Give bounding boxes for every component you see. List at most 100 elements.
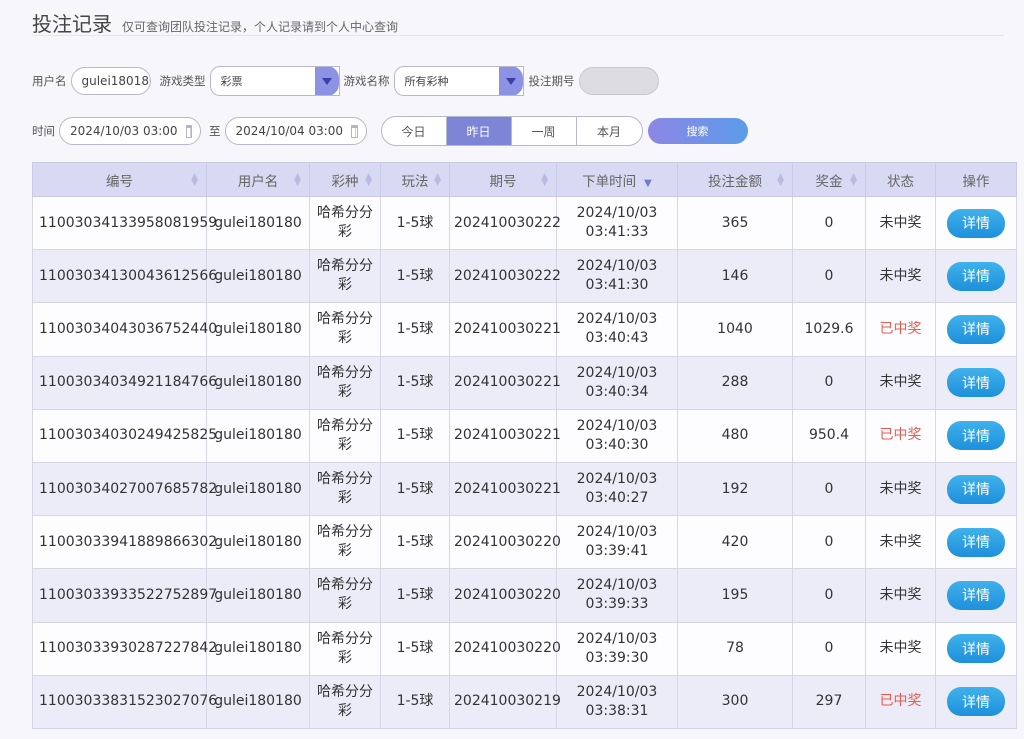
username: gulei180180 xyxy=(206,249,310,304)
column-header: 操作 xyxy=(935,162,1017,197)
detail-button[interactable]: 详情 xyxy=(947,687,1005,717)
play-type: 1-5球 xyxy=(380,355,450,410)
order-time: 2024/10/03 03:40:30 xyxy=(556,408,678,463)
start-time-input[interactable]: 2024/10/03 03:00 xyxy=(59,117,201,145)
order-time: 2024/10/03 03:41:30 xyxy=(556,249,678,304)
column-header[interactable]: 用户名 ▲ ▼ xyxy=(206,162,310,197)
sort-icon[interactable]: ▲ ▼ xyxy=(850,173,857,188)
chevron-down-icon[interactable] xyxy=(314,67,339,95)
bet-amount: 1040 xyxy=(677,302,793,357)
detail-button[interactable]: 详情 xyxy=(947,314,1005,344)
bet-id: 11003033933522752897 xyxy=(32,568,217,623)
status-badge: 未中奖 xyxy=(865,621,936,676)
username: gulei180180 xyxy=(206,674,310,729)
status-badge: 未中奖 xyxy=(865,249,936,304)
detail-button[interactable]: 详情 xyxy=(947,368,1005,398)
bonus: 0 xyxy=(792,568,866,623)
order-clock: 03:40:30 xyxy=(585,436,649,453)
bonus: 297 xyxy=(792,674,866,729)
column-header: 状态 xyxy=(865,162,936,197)
status-badge: 未中奖 xyxy=(865,568,936,623)
column-label: 状态 xyxy=(887,173,914,190)
username-input[interactable]: gulei180180 xyxy=(70,67,151,95)
order-date: 2024/10/03 xyxy=(576,471,658,488)
bonus: 0 xyxy=(792,249,866,304)
bet-amount: 146 xyxy=(677,249,793,304)
detail-button[interactable]: 详情 xyxy=(947,421,1005,451)
sort-icon[interactable]: ▲ ▼ xyxy=(191,173,198,188)
sort-icon[interactable]: ▲ ▼ xyxy=(365,173,372,188)
period-number: 202410030222 xyxy=(449,195,561,251)
period-input[interactable] xyxy=(578,67,659,95)
bet-id: 11003033831523027076 xyxy=(32,674,217,729)
detail-button[interactable]: 详情 xyxy=(947,208,1005,238)
game-type-select[interactable]: 彩票 xyxy=(209,66,340,96)
username: gulei180180 xyxy=(206,621,310,676)
bet-amount: 78 xyxy=(677,621,793,676)
game-name-label: 游戏名称 xyxy=(343,74,390,88)
column-header[interactable]: 期号 ▲ ▼ xyxy=(449,162,557,197)
column-label: 编号 xyxy=(106,173,133,190)
end-time-input[interactable]: 2024/10/04 03:00 xyxy=(224,117,367,145)
play-type: 1-5球 xyxy=(380,408,450,463)
time-label: 时间 xyxy=(32,124,55,138)
column-header[interactable]: 玩法 ▲ ▼ xyxy=(380,162,450,197)
calendar-icon[interactable] xyxy=(185,124,192,138)
sort-icon[interactable]: ▲ ▼ xyxy=(777,173,784,188)
username: gulei180180 xyxy=(206,302,310,357)
action-cell: 详情 xyxy=(935,195,1017,251)
game-type-label: 游戏类型 xyxy=(159,74,206,88)
date-range-tabs: 今日 昨日 一周 本月 xyxy=(380,116,643,146)
column-header[interactable]: 奖金 ▲ ▼ xyxy=(792,162,866,197)
column-header[interactable]: 投注金额 ▲ ▼ xyxy=(677,162,793,197)
search-button[interactable]: 搜索 xyxy=(647,118,748,144)
sort-icon[interactable]: ▲ ▼ xyxy=(434,173,441,188)
chevron-down-icon[interactable] xyxy=(498,67,523,95)
column-label: 奖金 xyxy=(815,173,843,190)
sort-desc-icon[interactable]: ▼ xyxy=(644,178,652,189)
range-month[interactable]: 本月 xyxy=(577,117,642,145)
table-row: 11003034130043612566 gulei180180 哈希分分彩 1-5球… xyxy=(32,249,1017,304)
bet-id: 11003034027007685782 xyxy=(32,461,217,517)
period-number: 202410030221 xyxy=(449,408,561,463)
username: gulei180180 xyxy=(206,195,310,251)
table-row: 11003033930287227842 gulei180180 哈希分分彩 1-5球… xyxy=(32,621,1017,676)
column-header[interactable]: 编号 ▲ ▼ xyxy=(32,162,207,197)
column-label: 用户名 xyxy=(237,173,279,190)
order-date: 2024/10/03 xyxy=(576,417,658,434)
order-time: 2024/10/03 03:40:43 xyxy=(556,302,678,357)
order-date: 2024/10/03 xyxy=(576,258,658,275)
table-body: 11003034133958081959 gulei180180 哈希分分彩 1-5球… xyxy=(32,195,1017,729)
detail-button[interactable]: 详情 xyxy=(947,474,1005,504)
bet-amount: 480 xyxy=(677,408,793,463)
calendar-icon[interactable] xyxy=(351,124,358,138)
order-time: 2024/10/03 03:39:41 xyxy=(556,515,678,570)
play-type: 1-5球 xyxy=(380,621,450,676)
play-type: 1-5球 xyxy=(380,249,450,304)
table-row: 11003034043036752440 gulei180180 哈希分分彩 1-5球… xyxy=(32,302,1017,357)
detail-button[interactable]: 详情 xyxy=(947,580,1005,610)
range-today[interactable]: 今日 xyxy=(382,117,447,145)
range-yesterday[interactable]: 昨日 xyxy=(446,117,512,145)
game-name-select[interactable]: 所有彩种 xyxy=(393,66,524,96)
table-row: 11003034030249425825 gulei180180 哈希分分彩 1-5球… xyxy=(32,408,1017,463)
detail-button[interactable]: 详情 xyxy=(947,634,1005,664)
detail-button[interactable]: 详情 xyxy=(947,261,1005,291)
username: gulei180180 xyxy=(206,515,310,570)
lottery-name: 哈希分分彩 xyxy=(309,195,381,251)
sort-icon[interactable]: ▲ ▼ xyxy=(541,173,548,188)
detail-button[interactable]: 详情 xyxy=(947,527,1005,557)
filter-row-2: 时间 2024/10/03 03:00 至 2024/10/04 03:00 今… xyxy=(32,116,748,146)
lottery-name: 哈希分分彩 xyxy=(309,355,381,410)
username: gulei180180 xyxy=(206,461,310,517)
column-header[interactable]: 彩种 ▲ ▼ xyxy=(309,162,381,197)
username-label: 用户名 xyxy=(32,74,67,88)
sort-icon[interactable]: ▲ ▼ xyxy=(294,173,301,188)
period-number: 202410030221 xyxy=(449,302,561,357)
order-date: 2024/10/03 xyxy=(576,205,658,222)
column-header[interactable]: 下单时间 ▼ xyxy=(556,162,678,197)
range-week[interactable]: 一周 xyxy=(512,117,577,145)
column-label: 彩种 xyxy=(331,173,359,190)
lottery-name: 哈希分分彩 xyxy=(309,302,381,357)
action-cell: 详情 xyxy=(935,621,1017,676)
